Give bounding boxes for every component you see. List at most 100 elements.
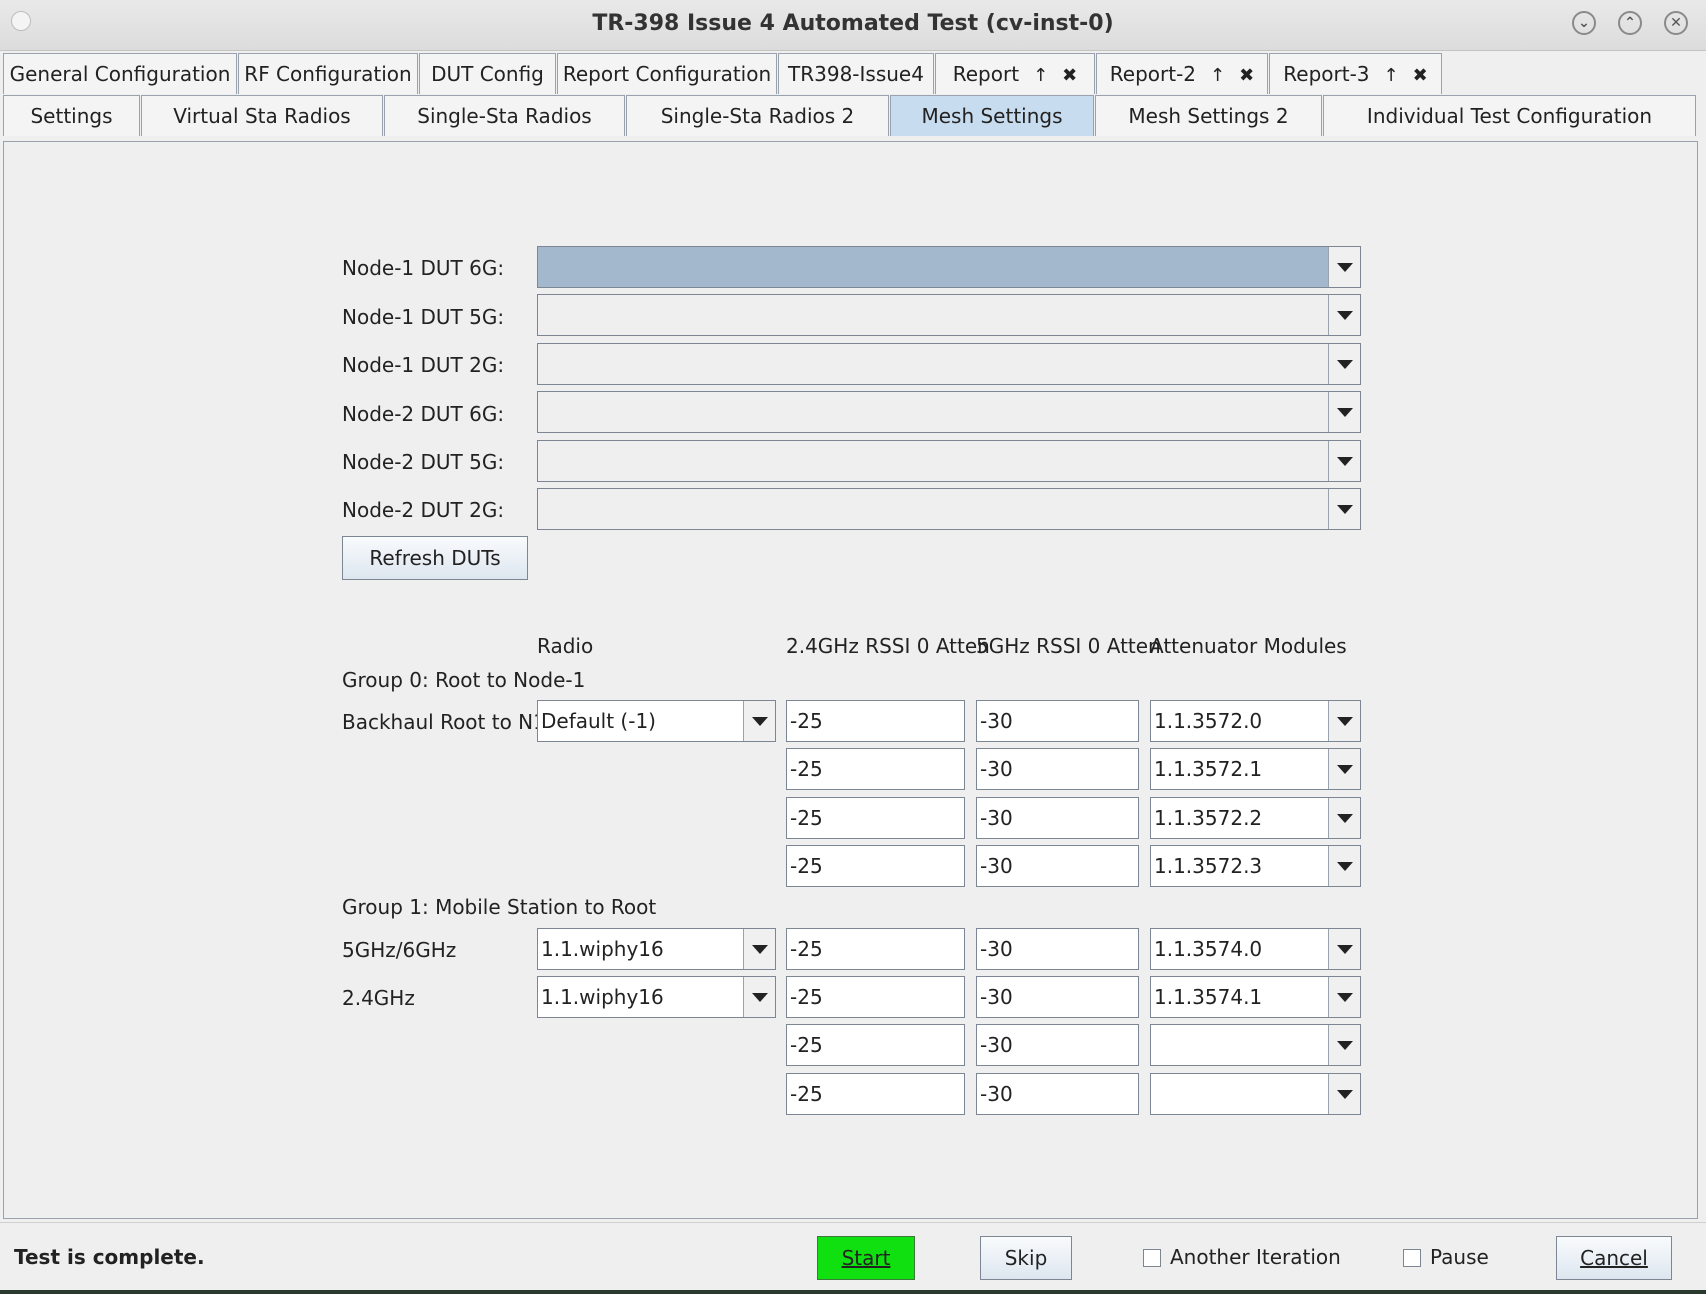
- tab-row-primary: General Configuration RF Configuration D…: [0, 53, 1706, 95]
- chevron-down-icon[interactable]: [1328, 489, 1360, 529]
- tab-general-configuration[interactable]: General Configuration: [3, 53, 237, 94]
- group1-radio-5g6g-label: 5GHz/6GHz: [342, 938, 457, 962]
- close-tab-icon[interactable]: ✖: [1413, 65, 1428, 86]
- rssi-5ghz-column-header: 5GHz RSSI 0 Atten: [976, 634, 1161, 658]
- minimize-icon[interactable]: ⌄: [1572, 11, 1596, 35]
- group0-attenuator-select[interactable]: 1.1.3572.0: [1150, 700, 1361, 742]
- pin-up-icon[interactable]: ↑: [1210, 65, 1225, 86]
- close-tab-icon[interactable]: ✖: [1062, 65, 1077, 86]
- group1-attenuator-select[interactable]: [1150, 1073, 1361, 1115]
- group1-rssi24-input[interactable]: -25: [786, 976, 965, 1018]
- tab-virtual-sta-radios[interactable]: Virtual Sta Radios: [141, 95, 383, 136]
- node1-dut-2g-select[interactable]: [537, 343, 1361, 385]
- chevron-down-icon[interactable]: [743, 929, 775, 969]
- tab-row-secondary: Settings Virtual Sta Radios Single-Sta R…: [0, 95, 1706, 137]
- cancel-button[interactable]: Cancel: [1556, 1236, 1672, 1280]
- chevron-down-icon[interactable]: [1328, 749, 1360, 789]
- chevron-down-icon[interactable]: [1328, 441, 1360, 481]
- tab-report-configuration[interactable]: Report Configuration: [557, 53, 777, 94]
- chevron-down-icon[interactable]: [743, 701, 775, 741]
- group0-rssi5-input[interactable]: -30: [976, 748, 1139, 790]
- node1-dut-6g-select[interactable]: [537, 246, 1361, 288]
- tab-settings[interactable]: Settings: [3, 95, 140, 136]
- group1-radio-24g-select[interactable]: 1.1.wiphy16: [537, 976, 776, 1018]
- group1-attenuator-select[interactable]: 1.1.3574.0: [1150, 928, 1361, 970]
- node2-dut-2g-label: Node-2 DUT 2G:: [342, 498, 505, 522]
- chevron-down-icon[interactable]: [1328, 1074, 1360, 1114]
- tab-tr398-issue4[interactable]: TR398-Issue4: [778, 53, 934, 94]
- chevron-down-icon[interactable]: [1328, 929, 1360, 969]
- node1-dut-5g-select[interactable]: [537, 294, 1361, 336]
- rssi-24ghz-column-header: 2.4GHz RSSI 0 Atten: [786, 634, 990, 658]
- node2-dut-2g-select[interactable]: [537, 488, 1361, 530]
- close-icon[interactable]: ✕: [1664, 11, 1688, 35]
- tab-single-sta-radios[interactable]: Single-Sta Radios: [384, 95, 625, 136]
- maximize-icon[interactable]: ⌃: [1618, 11, 1642, 35]
- group0-rssi24-input[interactable]: -25: [786, 845, 965, 887]
- group0-rssi24-input[interactable]: -25: [786, 748, 965, 790]
- pin-up-icon[interactable]: ↑: [1033, 65, 1048, 86]
- group1-rssi5-input[interactable]: -30: [976, 976, 1139, 1018]
- chevron-down-icon[interactable]: [1328, 1025, 1360, 1065]
- node2-dut-6g-select[interactable]: [537, 391, 1361, 433]
- group1-rssi5-input[interactable]: -30: [976, 1073, 1139, 1115]
- tab-report[interactable]: Report ↑ ✖: [935, 53, 1095, 94]
- node1-dut-5g-label: Node-1 DUT 5G:: [342, 305, 505, 329]
- chevron-down-icon[interactable]: [743, 977, 775, 1017]
- group0-rssi24-input[interactable]: -25: [786, 797, 965, 839]
- tab-report-3[interactable]: Report-3 ↑ ✖: [1269, 53, 1442, 94]
- node2-dut-5g-label: Node-2 DUT 5G:: [342, 450, 505, 474]
- group0-attenuator-select[interactable]: 1.1.3572.3: [1150, 845, 1361, 887]
- pin-up-icon[interactable]: ↑: [1384, 65, 1399, 86]
- group1-radio-24g-label: 2.4GHz: [342, 986, 415, 1010]
- chevron-down-icon[interactable]: [1328, 846, 1360, 886]
- another-iteration-checkbox[interactable]: [1143, 1249, 1161, 1267]
- chevron-down-icon[interactable]: [1328, 295, 1360, 335]
- radio-column-header: Radio: [537, 634, 594, 658]
- group0-attenuator-select[interactable]: 1.1.3572.2: [1150, 797, 1361, 839]
- group1-rssi24-input[interactable]: -25: [786, 928, 965, 970]
- chevron-down-icon[interactable]: [1328, 977, 1360, 1017]
- start-button[interactable]: Start: [817, 1236, 915, 1280]
- group0-rssi5-input[interactable]: -30: [976, 797, 1139, 839]
- group0-rssi24-input[interactable]: -25: [786, 700, 965, 742]
- tab-single-sta-radios-2[interactable]: Single-Sta Radios 2: [626, 95, 889, 136]
- group1-rssi5-input[interactable]: -30: [976, 928, 1139, 970]
- tab-rf-configuration[interactable]: RF Configuration: [238, 53, 418, 94]
- group1-rssi5-input[interactable]: -30: [976, 1024, 1139, 1066]
- group0-rssi5-input[interactable]: -30: [976, 845, 1139, 887]
- refresh-duts-button[interactable]: Refresh DUTs: [342, 536, 528, 580]
- window-bottom-edge: [0, 1290, 1706, 1294]
- pause-label[interactable]: Pause: [1430, 1245, 1489, 1269]
- group1-rssi24-input[interactable]: -25: [786, 1024, 965, 1066]
- group1-attenuator-select[interactable]: 1.1.3574.1: [1150, 976, 1361, 1018]
- group0-rssi5-input[interactable]: -30: [976, 700, 1139, 742]
- window-title: TR-398 Issue 4 Automated Test (cv-inst-0…: [592, 11, 1114, 36]
- node2-dut-5g-select[interactable]: [537, 440, 1361, 482]
- tab-mesh-settings[interactable]: Mesh Settings: [890, 95, 1094, 136]
- status-text: Test is complete.: [14, 1245, 205, 1269]
- tab-report-2[interactable]: Report-2 ↑ ✖: [1096, 53, 1268, 94]
- group1-attenuator-select[interactable]: [1150, 1024, 1361, 1066]
- chevron-down-icon[interactable]: [1328, 798, 1360, 838]
- group1-rssi24-input[interactable]: -25: [786, 1073, 965, 1115]
- node2-dut-6g-label: Node-2 DUT 6G:: [342, 402, 505, 426]
- pause-checkbox[interactable]: [1403, 1249, 1421, 1267]
- node1-dut-2g-label: Node-1 DUT 2G:: [342, 353, 505, 377]
- tab-dut-config[interactable]: DUT Config: [419, 53, 556, 94]
- title-bar: TR-398 Issue 4 Automated Test (cv-inst-0…: [0, 0, 1706, 51]
- chevron-down-icon[interactable]: [1328, 392, 1360, 432]
- status-bar: Test is complete. Start Skip Another Ite…: [0, 1222, 1706, 1291]
- backhaul-radio-select[interactable]: Default (-1): [537, 700, 776, 742]
- tab-individual-test-configuration[interactable]: Individual Test Configuration: [1323, 95, 1696, 136]
- chevron-down-icon[interactable]: [1328, 701, 1360, 741]
- close-tab-icon[interactable]: ✖: [1239, 65, 1254, 86]
- tab-mesh-settings-2[interactable]: Mesh Settings 2: [1095, 95, 1322, 136]
- skip-button[interactable]: Skip: [980, 1236, 1072, 1280]
- chevron-down-icon[interactable]: [1328, 247, 1360, 287]
- attenuator-modules-column-header: Attenuator Modules: [1150, 634, 1347, 658]
- group0-attenuator-select[interactable]: 1.1.3572.1: [1150, 748, 1361, 790]
- chevron-down-icon[interactable]: [1328, 344, 1360, 384]
- group1-radio-5g6g-select[interactable]: 1.1.wiphy16: [537, 928, 776, 970]
- another-iteration-label[interactable]: Another Iteration: [1170, 1245, 1341, 1269]
